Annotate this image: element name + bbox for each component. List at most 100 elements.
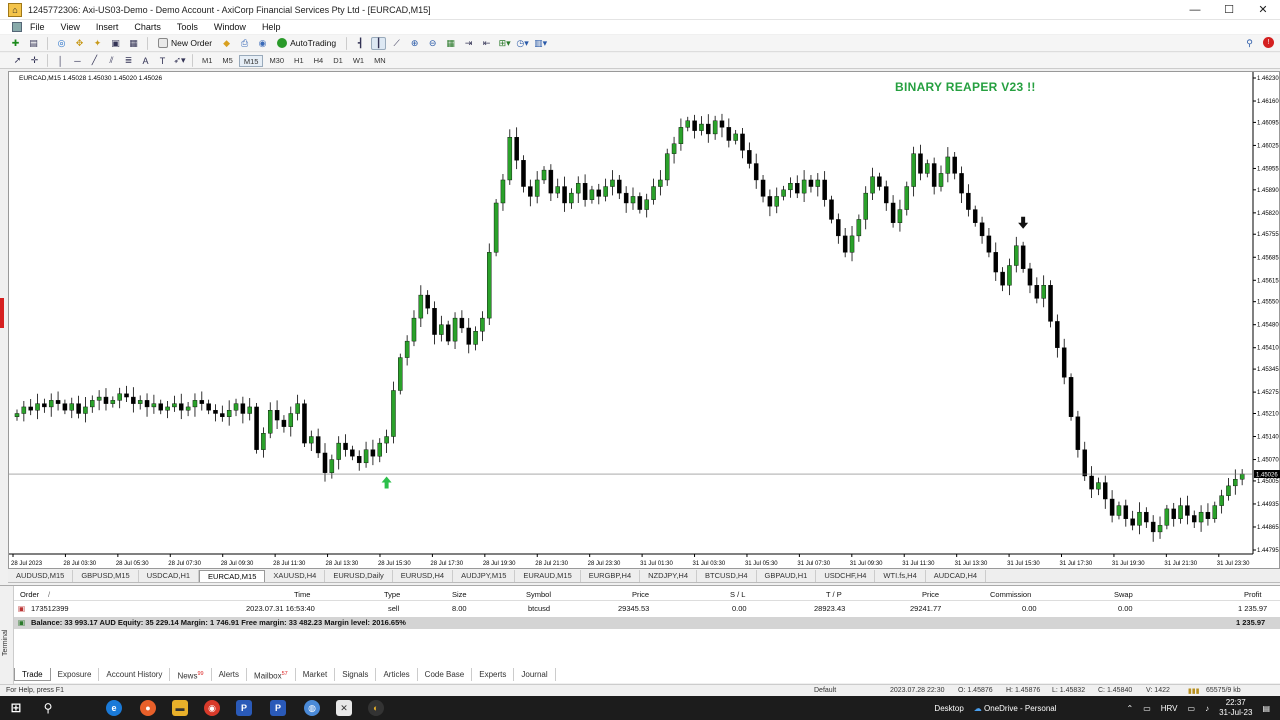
terminal-tab[interactable]: Mailbox57	[247, 667, 296, 681]
timeframe-mn[interactable]: MN	[370, 55, 390, 67]
col-current-price[interactable]: Price	[922, 589, 939, 601]
line-chart-icon[interactable]: ⟋	[389, 37, 404, 50]
volume-icon[interactable]: ♪	[1205, 704, 1209, 713]
bar-chart-icon[interactable]: ┫	[353, 37, 368, 50]
zoom-in-icon[interactable]: ⊕	[407, 37, 422, 50]
close-button[interactable]: ✕	[1246, 0, 1280, 20]
terminal-tab[interactable]: Code Base	[418, 667, 473, 681]
chart-tab[interactable]: USDCAD,H1	[139, 570, 200, 582]
child-window-icon[interactable]	[12, 22, 22, 32]
auto-trading-button[interactable]: AutoTrading	[273, 38, 340, 48]
menu-window[interactable]: Window	[206, 22, 254, 32]
auto-scroll-icon[interactable]: ⇥	[461, 37, 476, 50]
timeframe-m30[interactable]: M30	[265, 55, 288, 67]
chart-tab[interactable]: NZDJPY,H4	[640, 570, 698, 582]
windows-start-icon[interactable]: ⊞	[8, 700, 24, 716]
vertical-line-icon[interactable]: │	[53, 54, 68, 67]
chart-tab[interactable]: XAUUSD,H4	[265, 570, 326, 582]
app-icon-p2[interactable]: P	[270, 700, 286, 716]
chart-tab[interactable]: GBPUSD,M15	[73, 570, 139, 582]
chart-window[interactable]: 1.46230 1.46160 1.46095 1.46025 1.45955 1.458…	[8, 71, 1280, 569]
chart-tab[interactable]: USDCHF,H4	[816, 570, 876, 582]
crosshair-icon[interactable]: ✛	[27, 54, 42, 67]
chart-tab[interactable]: GBPAUD,H1	[757, 570, 817, 582]
terminal-tab[interactable]: Experts	[472, 667, 515, 681]
timeframe-h1[interactable]: H1	[290, 55, 308, 67]
new-order-button[interactable]: New Order	[154, 38, 216, 48]
timeframe-m15[interactable]: M15	[238, 54, 264, 67]
indicators-icon[interactable]: ⊞▾	[497, 37, 512, 50]
market-watch-icon[interactable]: ◎	[54, 37, 69, 50]
tray-chevron-icon[interactable]: ⌃	[1127, 704, 1134, 713]
maximize-button[interactable]: ☐	[1212, 0, 1246, 20]
onedrive-label[interactable]: ☁ OneDrive - Personal	[974, 704, 1057, 713]
menu-insert[interactable]: Insert	[88, 22, 127, 32]
menu-file[interactable]: File	[22, 22, 53, 32]
tile-windows-icon[interactable]: ▦	[443, 37, 458, 50]
terminal-tab[interactable]: News99	[170, 667, 212, 681]
table-row[interactable]: ▣ 173512399 2023.07.31 16:53:40 sell 8.0…	[14, 603, 1280, 615]
trendline-icon[interactable]: ╱	[87, 54, 102, 67]
print-icon[interactable]: ⎙	[237, 37, 252, 50]
terminal-tab[interactable]: Trade	[14, 667, 51, 681]
desktop-label[interactable]: Desktop	[934, 704, 963, 713]
notification-icon[interactable]: !	[1263, 37, 1274, 48]
data-window-icon[interactable]: ✦	[90, 37, 105, 50]
chart-tab[interactable]: EURGBP,H4	[581, 570, 641, 582]
arrows-tool-icon[interactable]: ➶▾	[172, 54, 187, 67]
chart-tab[interactable]: AUDCAD,H4	[926, 570, 987, 582]
search-icon[interactable]: ⚲	[40, 700, 56, 716]
col-type[interactable]: Type	[384, 589, 400, 601]
col-order[interactable]: Order	[20, 589, 39, 601]
col-symbol[interactable]: Symbol	[526, 589, 551, 601]
channel-icon[interactable]: ⫽	[104, 54, 119, 67]
network-app-icon[interactable]: ◍	[304, 700, 320, 716]
menu-help[interactable]: Help	[254, 22, 289, 32]
col-tp[interactable]: T / P	[826, 589, 842, 601]
terminal-tab[interactable]: Market	[296, 667, 336, 681]
col-size[interactable]: Size	[452, 589, 467, 601]
notifications-icon[interactable]: ▤	[1262, 704, 1270, 713]
timeframe-m1[interactable]: M1	[198, 55, 216, 67]
terminal-icon[interactable]: ▣	[108, 37, 123, 50]
app-icon-p1[interactable]: P	[236, 700, 252, 716]
terminal-tab[interactable]: Journal	[514, 667, 556, 681]
chart-tab[interactable]: WTI.fs,H4	[875, 570, 926, 582]
chart-tab[interactable]: EURUSD,H4	[393, 570, 454, 582]
display-icon[interactable]: ▭	[1143, 704, 1151, 713]
cursor-icon[interactable]: ➚	[10, 54, 25, 67]
navigator-icon[interactable]: ✥	[72, 37, 87, 50]
timeframe-d1[interactable]: D1	[329, 55, 347, 67]
profiles-icon[interactable]: ▤	[26, 37, 41, 50]
chart-tab[interactable]: AUDJPY,M15	[453, 570, 516, 582]
obs-icon[interactable]: ◐	[368, 700, 384, 716]
periods-icon[interactable]: ◷▾	[515, 37, 530, 50]
search-icon[interactable]: ⚲	[1242, 37, 1257, 50]
zoom-out-icon[interactable]: ⊖	[425, 37, 440, 50]
metaeditor-icon[interactable]: ◆	[219, 37, 234, 50]
terminal-tab[interactable]: Account History	[99, 667, 171, 681]
timeframe-h4[interactable]: H4	[310, 55, 328, 67]
col-commission[interactable]: Commission	[990, 589, 1031, 601]
chart-tab[interactable]: AUDUSD,M15	[8, 570, 74, 582]
chart-shift-icon[interactable]: ⇤	[479, 37, 494, 50]
menu-tools[interactable]: Tools	[169, 22, 206, 32]
network-icon[interactable]: ▭	[1188, 704, 1196, 713]
chart-tab[interactable]: BTCUSD,H4	[697, 570, 757, 582]
candlestick-icon[interactable]: ┃	[371, 36, 387, 50]
col-time[interactable]: Time	[294, 589, 310, 601]
col-profit[interactable]: Profit	[1244, 589, 1262, 601]
file-explorer-icon[interactable]: ▬	[172, 700, 188, 716]
menu-view[interactable]: View	[53, 22, 88, 32]
edge-icon[interactable]: e	[106, 700, 122, 716]
terminal-tab[interactable]: Alerts	[212, 667, 248, 681]
timeframe-w1[interactable]: W1	[349, 55, 368, 67]
taskbar-clock[interactable]: 22:37 31-Jul-23	[1219, 698, 1252, 718]
firefox-icon[interactable]: ●	[140, 700, 156, 716]
col-sl[interactable]: S / L	[730, 589, 745, 601]
candlestick-chart[interactable]: 1.46230 1.46160 1.46095 1.46025 1.45955 1.458…	[9, 72, 1280, 570]
timeframe-m5[interactable]: M5	[218, 55, 236, 67]
chart-tab[interactable]: EURAUD,M15	[515, 570, 581, 582]
new-chart-icon[interactable]: ✚	[8, 37, 23, 50]
chrome-icon[interactable]: ◉	[204, 700, 220, 716]
